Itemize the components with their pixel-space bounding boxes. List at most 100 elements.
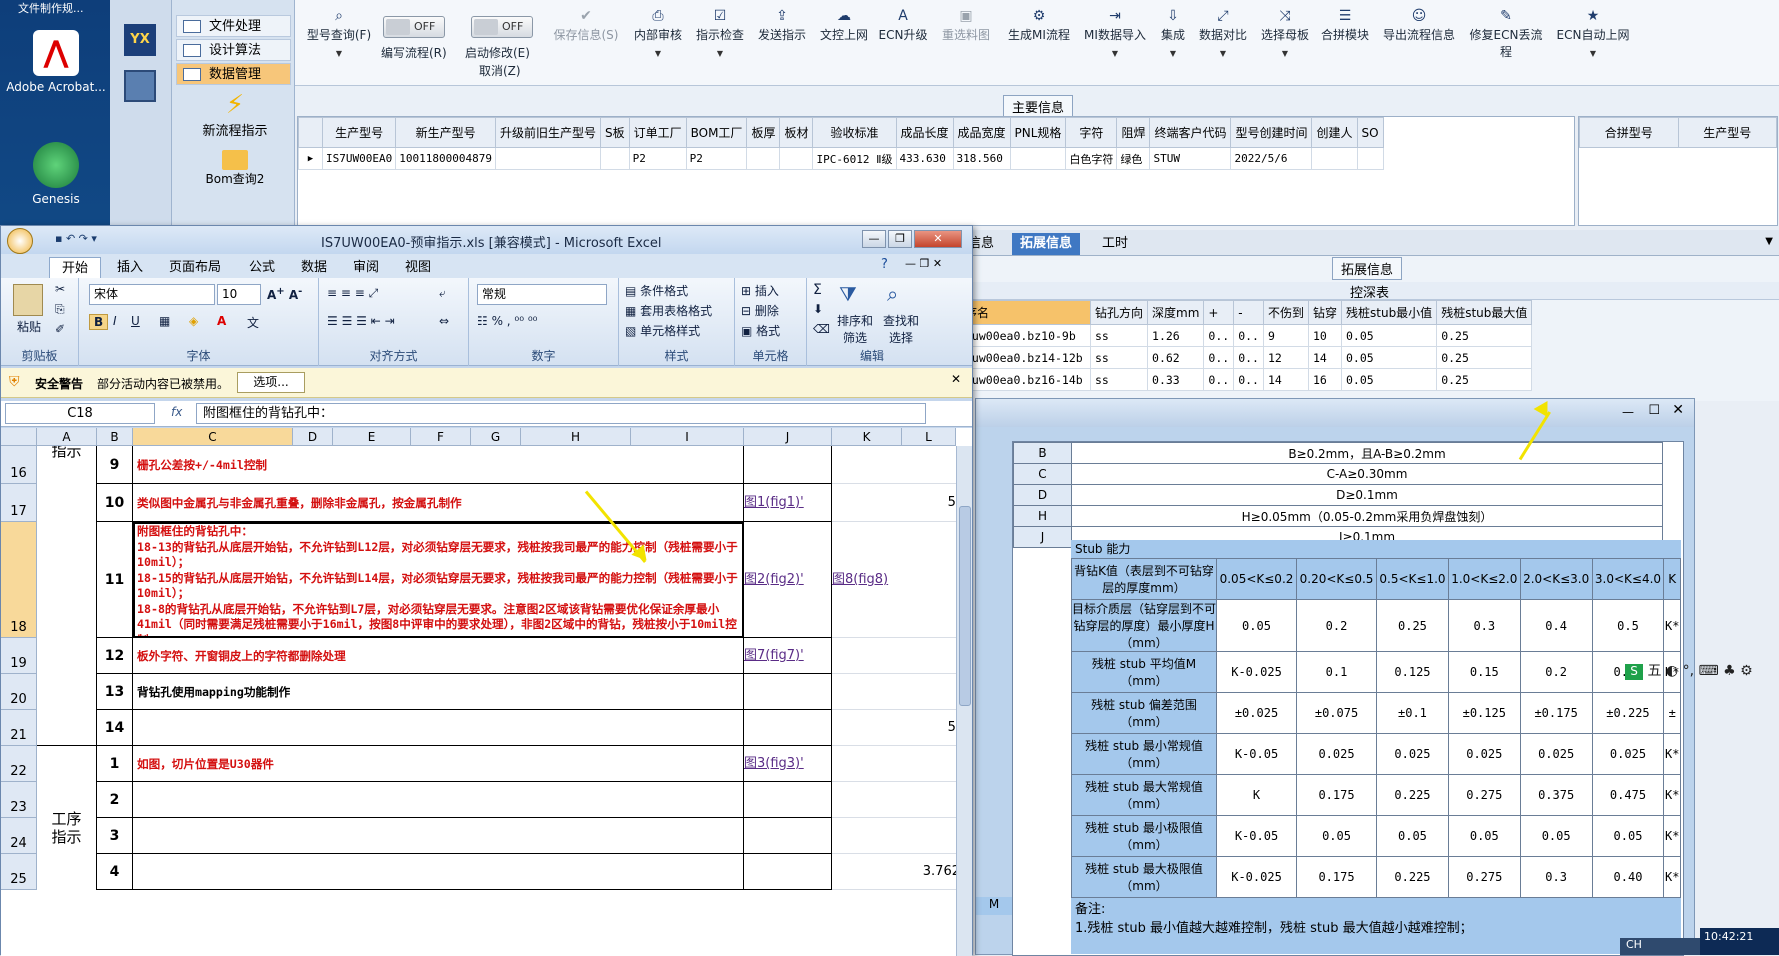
nav-item-design-algorithm[interactable]: 设计算法 [176,39,291,61]
column-header[interactable]: 新生产型号 [395,117,496,148]
column-header[interactable]: PNL规格 [1009,117,1067,148]
figure-link[interactable] [832,638,902,674]
restore-icon[interactable]: ❐ [888,230,912,248]
column-header[interactable]: 订单工厂 [628,117,687,148]
column-header[interactable]: SO [1356,117,1384,148]
format-cells-button[interactable]: ▣ 格式 [741,322,780,339]
column-header-j[interactable]: J [744,428,832,446]
bold-icon[interactable]: B [89,314,109,330]
worksheet-grid[interactable]: ABCDEFGHIJKL 16 9 栅孔公差按+/-4mil控制 17 10 类似图中金属… [1,428,972,956]
column-header-d[interactable]: D [293,428,333,446]
column-header-c[interactable]: C [133,428,293,446]
table-cell[interactable] [746,147,781,170]
column-header[interactable]: 钻孔方向 [1089,300,1149,325]
shortcut-new-flow[interactable]: ⚡ 新流程指示 [190,90,280,139]
value-cell[interactable] [902,638,960,674]
value-cell[interactable] [902,446,960,484]
select-mother-board-button[interactable]: ⤨ 选择母板 ▼ [1257,8,1313,58]
table-cell[interactable]: P2 [628,147,687,170]
tab-insert[interactable]: 插入 [105,257,155,278]
copy-icon[interactable]: ⎘ [55,302,65,317]
table-cell[interactable]: 0.05 [1340,368,1438,391]
item-number-cell[interactable]: 10 [97,484,133,522]
column-header-k[interactable]: K [832,428,902,446]
instruction-cell[interactable]: 板外字符、开窗铜皮上的字符都删除处理 [133,638,744,674]
delete-cells-button[interactable]: ⊟ 删除 [741,302,779,319]
figure-link[interactable] [832,710,902,746]
find-icon[interactable]: ⌕ [887,282,898,306]
row-header[interactable]: 23 [1,782,37,818]
table-cell[interactable]: 0.05 [1340,346,1438,369]
column-header[interactable]: 生产型号 [321,117,397,148]
table-cell[interactable]: 绿色 [1116,147,1151,170]
font-name-select[interactable]: 宋体 [89,284,215,305]
item-number-cell[interactable]: 4 [97,854,133,890]
nav-item-data-management[interactable]: 数据管理 [176,63,291,85]
integrate-button[interactable]: ⇩ 集成 ▼ [1155,8,1191,58]
tab-extended-info[interactable]: 拓展信息 [1012,233,1081,255]
minimize-icon[interactable]: — [1622,405,1634,419]
vertical-scrollbar[interactable] [956,446,972,956]
column-header[interactable]: 合拼型号 [1579,117,1679,148]
chevron-down-icon[interactable]: ▼ [1765,236,1773,247]
row-header[interactable]: 18 [1,522,37,638]
column-header[interactable]: 序名 [960,300,1091,325]
table-cell[interactable]: 0.25 [1436,368,1533,391]
table-cell[interactable]: ss [1089,346,1149,369]
column-header[interactable]: 生产型号 [1677,117,1777,148]
table-format-button[interactable]: ▦ 套用表格格式 [625,302,712,319]
item-number-cell[interactable]: 13 [97,674,133,710]
autosum-icon[interactable]: Σ [813,282,822,298]
row-header[interactable]: 19 [1,638,37,674]
column-header[interactable]: + [1203,300,1235,325]
instruction-check-button[interactable]: ☑ 指示检查 ▼ [691,8,749,58]
table-cell[interactable]: ss [1089,324,1149,347]
number-format-select[interactable]: 常规 [477,284,607,305]
scrollbar-thumb[interactable] [959,506,971,706]
insert-cells-button[interactable]: ⊞ 插入 [741,282,779,299]
function-icon[interactable]: fx [171,405,182,419]
instruction-cell[interactable]: 背钻孔使用mapping功能制作 [133,674,744,710]
column-header[interactable]: S板 [599,117,630,148]
figure-link[interactable] [832,446,902,484]
grow-font-icon[interactable]: A+ A- [267,286,302,302]
data-compare-button[interactable]: ⤢ 数据对比 ▼ [1195,8,1251,58]
row-header[interactable]: 24 [1,818,37,854]
phonetic-icon[interactable]: 文 [247,314,259,331]
figure-link[interactable] [744,818,832,854]
table-cell[interactable]: 10 [1307,324,1343,347]
border-icon[interactable]: ▦ [159,314,170,328]
table-cell[interactable]: 7uw00ea0.bz10-9b [960,324,1091,347]
column-header-l[interactable]: L [902,428,956,446]
column-header[interactable]: 不伤到 [1262,300,1309,325]
font-color-icon[interactable]: A [217,314,226,328]
figure-link[interactable] [832,484,902,522]
figure-link[interactable]: 图3(fig3)' [744,746,832,782]
cut-icon[interactable]: ✂ [55,282,65,296]
table-cell[interactable] [494,147,601,170]
item-number-cell[interactable]: 1 [97,746,133,782]
figure-link[interactable] [832,782,902,818]
table-cell[interactable]: 0.. [1203,368,1235,391]
cell-style-button[interactable]: ▧ 单元格样式 [625,322,700,339]
item-number-cell[interactable]: 3 [97,818,133,854]
table-cell[interactable]: 0.. [1203,324,1235,347]
table-cell[interactable]: 7uw00ea0.bz14-12b [960,346,1091,369]
table-cell[interactable]: 2022/5/6 [1230,147,1313,170]
table-row[interactable]: 7uw00ea0.bz14-12b ss 0.62 0.. 0.. 12 14 0.05 0.2… [960,346,1533,369]
table-cell[interactable]: 0.. [1233,324,1264,347]
table-cell[interactable]: 318.560 [952,147,1011,170]
table-cell[interactable]: 14 [1262,368,1309,391]
paste-button[interactable]: 粘贴 [17,318,41,335]
instruction-cell[interactable] [133,818,744,854]
depth-table[interactable]: 序名 钻孔方向 深度mm + - 不伤到 钻穿 残桩stub最小值 残桩stub最大值 7uw0… [960,300,1625,391]
table-cell[interactable] [599,147,630,170]
row-header[interactable]: 16 [1,446,37,484]
column-header[interactable]: 升级前旧生产型号 [494,117,601,148]
tab-work-hours[interactable]: 工时 [1094,233,1136,255]
row-header[interactable]: 17 [1,484,37,522]
row-selector[interactable]: ▶ [298,147,323,170]
formula-input[interactable]: 附图框住的背钻孔中： [196,403,926,424]
column-header[interactable]: 创建人 [1311,117,1358,148]
value-cell[interactable]: 5. [902,484,960,522]
